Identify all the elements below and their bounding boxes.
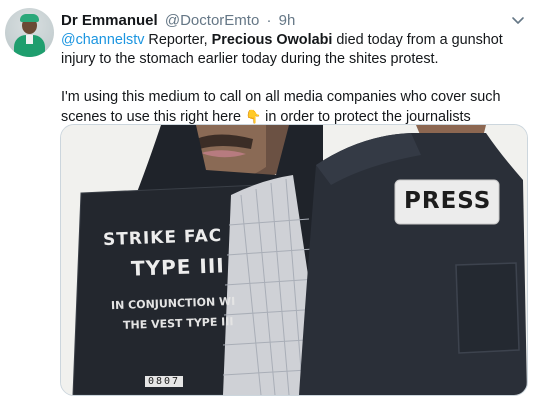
avatar-collar [26, 35, 33, 44]
reporter-name: Precious Owolabi [211, 32, 333, 48]
author-name[interactable]: Dr Emmanuel [61, 12, 158, 29]
header-separator: · [266, 12, 272, 29]
plate-code: 0807 [145, 376, 184, 387]
tweet-media-photo[interactable]: STRIKE FAC TYPE III IN CONJUNCTION WI TH… [60, 124, 528, 396]
mention-link[interactable]: @channelstv [61, 32, 144, 48]
author-handle[interactable]: @DoctorEmto [165, 12, 259, 29]
tweet-text: @channelstv Reporter, Precious Owolabi d… [61, 31, 529, 127]
press-label: PRESS [404, 188, 492, 214]
plate-text-1: STRIKE FAC [102, 225, 223, 251]
tweet-paragraph-2: I'm using this medium to call on all med… [61, 88, 529, 127]
tweet-paragraph-1: @channelstv Reporter, Precious Owolabi d… [61, 31, 529, 69]
plate-text-2: TYPE III [130, 253, 226, 281]
tweet-timestamp[interactable]: 9h [279, 12, 296, 29]
tweet-text-segment: in order to protect the journalists [261, 109, 471, 125]
chevron-down-icon[interactable] [510, 12, 526, 28]
avatar-cap [20, 14, 39, 22]
author-avatar[interactable] [5, 8, 54, 57]
tweet-text-segment: Reporter, [144, 32, 212, 48]
tweet-header: Dr Emmanuel @DoctorEmto · 9h [61, 12, 295, 30]
